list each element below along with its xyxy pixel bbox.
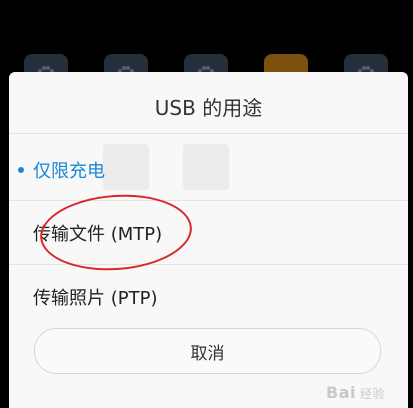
option-label: 仅限充电 [33,161,105,182]
option-label: 传输照片 (PTP) [33,288,158,309]
selected-indicator-icon [18,167,24,173]
cancel-button[interactable]: 取消 [34,328,381,374]
option-charge-only[interactable]: 仅限充电 [9,138,408,202]
watermark-suffix: 经验 [359,387,385,401]
option-transfer-photos-ptp[interactable]: 传输照片 (PTP) [9,265,408,329]
watermark: Bai 经验 [326,383,385,402]
watermark-brand: Bai [326,383,356,402]
divider [9,133,408,134]
dialog-title: USB 的用途 [154,96,263,120]
